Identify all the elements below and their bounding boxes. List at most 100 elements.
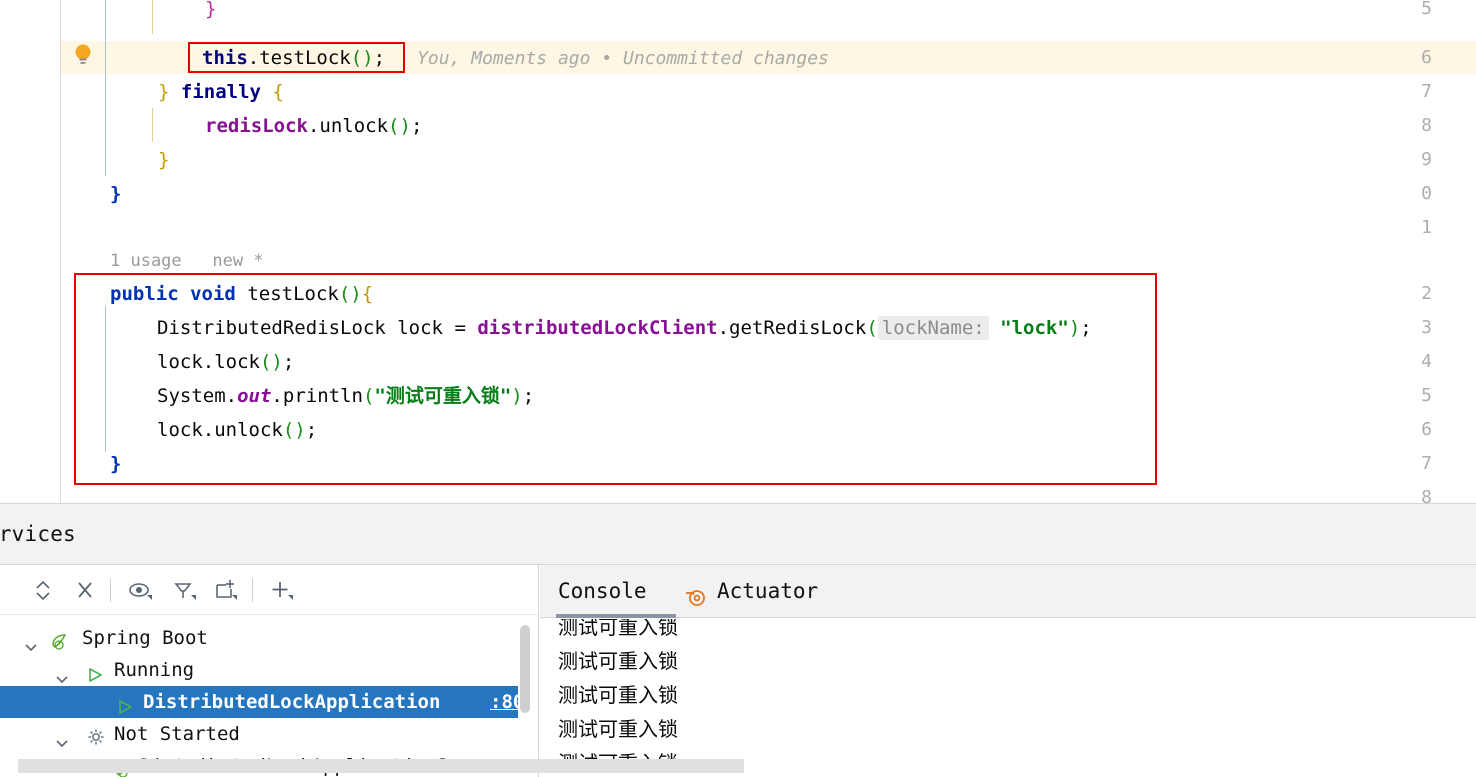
line-number: 1 — [1421, 217, 1432, 238]
tab-console[interactable]: Console — [558, 565, 647, 618]
code-token-method: testLock — [259, 47, 351, 69]
code-line: } — [0, 0, 1476, 26]
code-token-finally: finally — [180, 81, 261, 103]
code-token-void: void — [190, 283, 236, 305]
tree-item-label: Spring Boot — [82, 627, 208, 649]
code-token-dot: . — [307, 115, 320, 137]
toolbar-separator — [252, 578, 253, 602]
code-token-semicolon: ; — [410, 115, 423, 137]
gear-icon — [86, 725, 106, 745]
code-token-brace: } — [110, 183, 122, 205]
code-token-type: System — [157, 385, 226, 407]
code-token-brace: } — [158, 81, 170, 103]
code-token-method: unlock — [214, 419, 283, 441]
line-number: 8 — [1421, 487, 1432, 503]
console-line: 测试可重入锁 — [558, 619, 678, 639]
chevron-down-icon[interactable] — [24, 632, 38, 652]
code-line: } finally { — [0, 75, 1476, 109]
services-tree[interactable]: Spring Boot Running DistributedLockAppli… — [0, 616, 538, 777]
code-token-method: unlock — [319, 115, 389, 137]
code-token-semicolon: ; — [373, 47, 386, 69]
code-line-declaration: DistributedRedisLock lock = distributedL… — [0, 311, 1476, 345]
parameter-hint-inlay[interactable]: lockName: — [877, 316, 989, 340]
code-line-method-signature: public void testLock(){ — [0, 277, 1476, 311]
code-token-brace: } — [205, 0, 217, 20]
code-token-string: "lock" — [1000, 317, 1069, 339]
usage-inlay-hint[interactable]: 1 usage new * — [110, 247, 264, 275]
code-token-type: DistributedRedisLock — [157, 317, 386, 339]
tree-item-label: Not Started — [114, 723, 240, 745]
actuator-icon — [682, 579, 712, 606]
services-toolbar[interactable] — [0, 565, 538, 615]
code-line: } — [0, 177, 1476, 211]
chevron-down-icon[interactable] — [55, 664, 69, 684]
toolbar-separator — [110, 578, 111, 602]
code-token-dot: . — [202, 351, 215, 373]
chevron-down-icon[interactable] — [55, 728, 69, 748]
code-token-static-field: out — [237, 385, 272, 407]
code-token-parens: () — [259, 351, 283, 373]
code-editor[interactable]: 5 6 7 8 9 0 1 2 3 4 5 6 7 8 } this.testL… — [0, 0, 1476, 503]
code-token-equals: = — [454, 317, 466, 339]
git-blame-inlay: You, Moments ago • Uncommitted changes — [417, 48, 829, 69]
code-token-semicolon: ; — [282, 351, 295, 373]
code-token-paren-open: ( — [866, 317, 878, 339]
tree-scrollbar-thumb[interactable] — [520, 625, 530, 713]
code-token-var: lock — [157, 419, 203, 441]
console-tab-bar[interactable]: Console Actuator — [540, 565, 1476, 618]
services-toolwindow-header[interactable]: ervices — [0, 503, 1476, 565]
code-token-paren-close: ) — [511, 385, 523, 407]
tree-item-label: DistributedLockApplication — [143, 691, 441, 713]
code-token-method: println — [282, 385, 363, 407]
code-line-unlock: lock.unlock(); — [0, 413, 1476, 447]
code-token-brace: { — [361, 283, 374, 305]
code-token-method-name: testLock — [247, 283, 339, 305]
code-token-paren-close: ) — [1068, 317, 1081, 339]
console-output[interactable]: 测试可重入锁 测试可重入锁 测试可重入锁 测试可重入锁 测试可重入锁 — [540, 619, 1476, 777]
run-console-panel[interactable]: Console Actuator 测试可重入锁 测试可重入锁 测试可重入锁 测试… — [540, 565, 1476, 777]
tree-item-distributedlockapplication[interactable]: DistributedLockApplication :800 — [0, 686, 536, 718]
add-icon[interactable] — [266, 575, 296, 605]
code-token-parens: () — [388, 115, 411, 137]
code-token-parens: () — [338, 283, 362, 305]
ide-window: 5 6 7 8 9 0 1 2 3 4 5 6 7 8 } this.testL… — [0, 0, 1476, 777]
tab-actuator[interactable]: Actuator — [717, 565, 818, 618]
code-token-parens: () — [350, 47, 374, 69]
code-token-field: redisLock — [205, 115, 308, 137]
services-tree-panel[interactable]: Spring Boot Running DistributedLockAppli… — [0, 565, 539, 777]
tab-active-underline — [556, 614, 676, 618]
console-line: 测试可重入锁 — [558, 717, 678, 741]
code-token-public: public — [110, 283, 179, 305]
collapse-all-icon[interactable] — [70, 575, 100, 605]
code-token-dot: . — [202, 419, 215, 441]
run-icon — [86, 662, 104, 682]
code-token-brace: { — [272, 81, 284, 103]
code-token-brace: } — [110, 453, 122, 475]
tree-item-running[interactable]: Running — [0, 654, 518, 686]
code-line-this-testlock: this.testLock(); You, Moments ago • Uncom… — [0, 41, 1476, 75]
tree-item-label: Running — [114, 659, 195, 681]
tree-item-spring-boot[interactable]: Spring Boot — [0, 622, 518, 654]
code-line: } — [0, 447, 1476, 481]
show-hide-icon[interactable] — [125, 575, 155, 605]
code-token-string: "测试可重入锁" — [374, 385, 512, 407]
code-token-parens: () — [282, 419, 306, 441]
run-icon — [116, 694, 134, 714]
code-token-semicolon: ; — [1080, 317, 1092, 339]
code-token-field: distributedLockClient — [477, 317, 718, 339]
code-token-method: getRedisLock — [729, 317, 867, 339]
console-horizontal-scrollbar[interactable] — [18, 759, 744, 773]
code-line: redisLock.unlock(); — [0, 109, 1476, 143]
expand-collapse-icon[interactable] — [28, 575, 58, 605]
code-line-println: System.out.println("测试可重入锁"); — [0, 379, 1476, 413]
services-title: ervices — [0, 522, 76, 546]
code-token-brace: } — [158, 149, 170, 171]
filter-icon[interactable] — [170, 575, 200, 605]
code-token-dot: . — [225, 385, 238, 407]
code-token-var: lock — [157, 351, 203, 373]
code-token-method: lock — [214, 351, 260, 373]
code-token-this: this — [202, 47, 248, 69]
tree-item-not-started[interactable]: Not Started — [0, 718, 518, 750]
new-tab-icon[interactable] — [211, 575, 241, 605]
code-token-semicolon: ; — [522, 385, 535, 407]
